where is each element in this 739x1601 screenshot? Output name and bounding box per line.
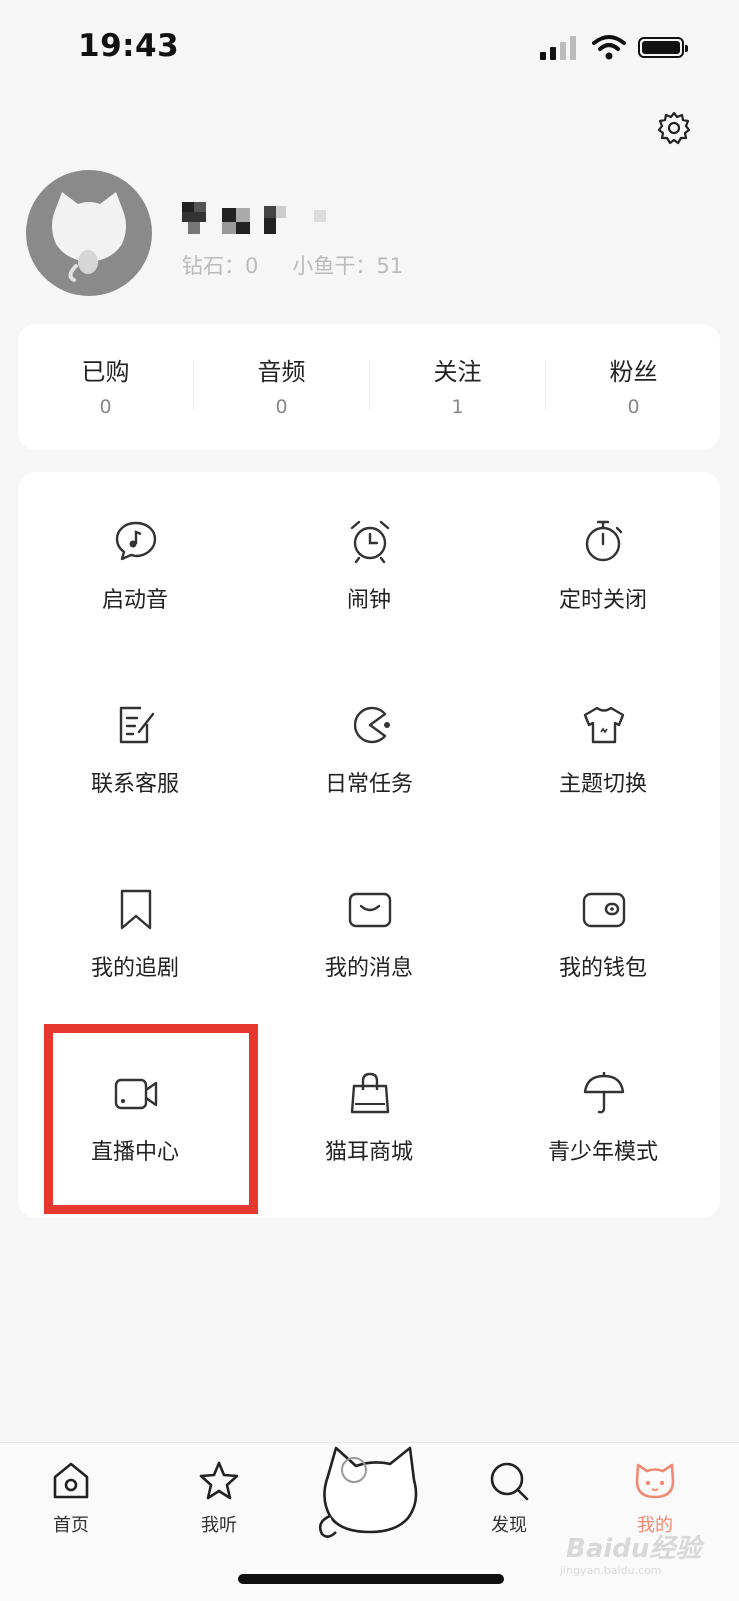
grid-item-customer-service[interactable]: 联系客服 — [18, 656, 252, 840]
cellular-signal-icon — [540, 36, 578, 60]
grid-item-label: 我的追剧 — [90, 956, 179, 981]
watermark-logo: Baidu经验 — [566, 1534, 702, 1564]
count-label: 已购 — [81, 358, 130, 386]
tab-listen[interactable]: 我听 — [174, 1459, 264, 1539]
settings-gear-icon[interactable] — [656, 110, 692, 146]
grid-item-my-messages[interactable]: 我的消息 — [252, 840, 486, 1024]
speech-bubble-music-icon — [115, 521, 157, 561]
grid-item-my-shows[interactable]: 我的追剧 — [18, 840, 252, 1024]
wallet-icon — [582, 892, 626, 928]
tab-label: 首页 — [53, 1515, 89, 1536]
count-purchased[interactable]: 已购 0 — [18, 324, 193, 450]
grid-item-label: 主题切换 — [558, 772, 647, 797]
diamonds-label: 钻石： — [182, 254, 245, 278]
message-icon — [348, 892, 392, 928]
grid-item-alarm[interactable]: 闹钟 — [252, 472, 486, 656]
wifi-icon — [592, 35, 626, 60]
avatar[interactable] — [26, 170, 152, 296]
cat-avatar-icon — [52, 192, 126, 282]
cat-face-icon — [635, 1463, 675, 1499]
count-value: 0 — [627, 396, 640, 418]
grid-item-startup-sound[interactable]: 启动音 — [18, 472, 252, 656]
grid-item-teen-mode[interactable]: 青少年模式 — [486, 1024, 720, 1208]
grid-item-theme-switch[interactable]: 主题切换 — [486, 656, 720, 840]
bookmark-icon — [120, 889, 152, 930]
count-fans[interactable]: 粉丝 0 — [546, 324, 721, 450]
tshirt-icon — [583, 706, 625, 744]
star-icon — [199, 1461, 239, 1500]
watermark-url: jingyan.baidu.com — [560, 1564, 662, 1577]
currency-stats: 钻石：0 小鱼干：51 — [182, 250, 403, 280]
tab-mine[interactable]: 我的 — [610, 1459, 700, 1539]
tab-label: 发现 — [491, 1515, 527, 1536]
fish-label: 小鱼干： — [292, 254, 377, 278]
battery-icon — [638, 37, 688, 58]
count-audio[interactable]: 音频 0 — [194, 324, 369, 450]
grid-item-label: 定时关闭 — [558, 588, 647, 613]
tab-discover[interactable]: 发现 — [464, 1459, 554, 1539]
tab-label: 我听 — [201, 1515, 237, 1536]
count-value: 0 — [275, 396, 288, 418]
pacman-icon — [353, 706, 390, 744]
search-icon — [490, 1462, 529, 1501]
center-cat-icon[interactable] — [314, 1440, 424, 1542]
grid-item-mall[interactable]: 猫耳商城 — [252, 1024, 486, 1208]
shopping-bag-icon — [350, 1072, 390, 1114]
fish-value: 51 — [376, 254, 404, 278]
count-label: 粉丝 — [609, 358, 658, 386]
grid-item-label: 青少年模式 — [547, 1140, 658, 1165]
grid-item-label: 闹钟 — [346, 588, 391, 613]
count-label: 音频 — [257, 358, 306, 386]
alarm-clock-icon — [350, 520, 390, 564]
umbrella-icon — [583, 1072, 625, 1114]
home-icon — [53, 1462, 89, 1499]
status-time: 19:43 — [78, 28, 180, 64]
home-indicator[interactable] — [238, 1574, 504, 1584]
username-censored — [182, 202, 326, 234]
grid-item-sleep-timer[interactable]: 定时关闭 — [486, 472, 720, 656]
count-label: 关注 — [433, 358, 482, 386]
grid-item-label: 我的钱包 — [558, 956, 647, 981]
grid-item-label: 启动音 — [101, 588, 168, 613]
grid-item-label: 联系客服 — [90, 772, 179, 797]
count-value: 1 — [451, 396, 464, 418]
count-value: 0 — [99, 396, 112, 418]
diamonds-value: 0 — [245, 254, 259, 278]
count-following[interactable]: 关注 1 — [370, 324, 545, 450]
edit-note-icon — [119, 706, 155, 744]
grid-item-label: 猫耳商城 — [324, 1140, 413, 1165]
stopwatch-icon — [585, 520, 623, 562]
tab-home[interactable]: 首页 — [26, 1459, 116, 1539]
grid-item-daily-tasks[interactable]: 日常任务 — [252, 656, 486, 840]
counts-card: 已购 0 音频 0 关注 1 粉丝 0 — [18, 324, 720, 450]
grid-item-label: 日常任务 — [324, 772, 413, 797]
highlight-box — [44, 1024, 258, 1214]
grid-item-my-wallet[interactable]: 我的钱包 — [486, 840, 720, 1024]
grid-item-label: 我的消息 — [324, 956, 413, 981]
